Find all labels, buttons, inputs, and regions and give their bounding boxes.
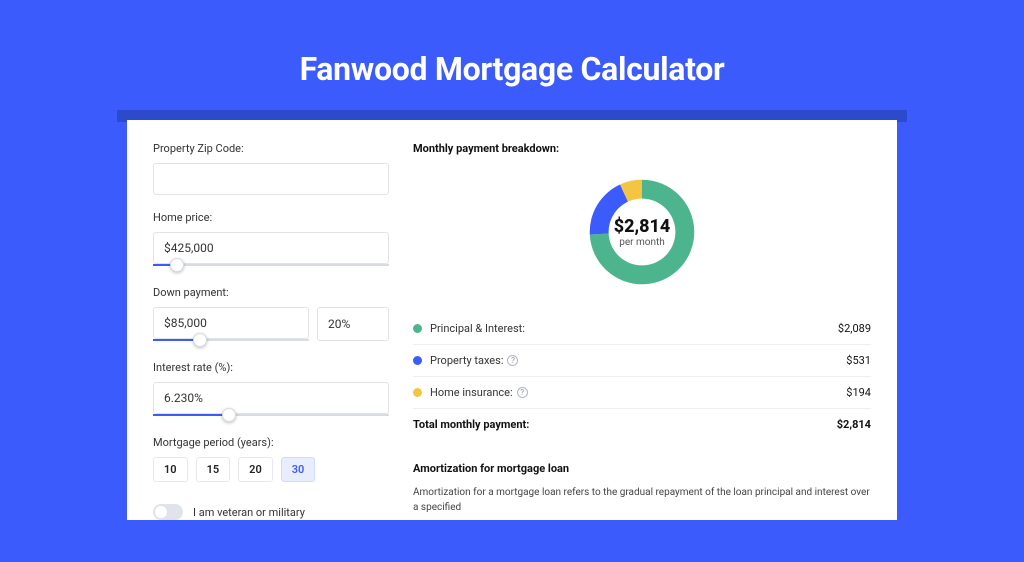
- toggle-knob: [155, 506, 167, 518]
- form-panel: Property Zip Code: Home price: Down paym…: [153, 142, 389, 520]
- breakdown-row: Home insurance:?$194: [413, 377, 871, 409]
- page-title: Fanwood Mortgage Calculator: [105, 50, 920, 88]
- zip-group: Property Zip Code:: [153, 142, 389, 195]
- down-payment-amount-input[interactable]: [153, 307, 309, 339]
- breakdown-label: Principal & Interest:: [430, 322, 838, 335]
- home-price-group: Home price:: [153, 211, 389, 266]
- amortization-text: Amortization for a mortgage loan refers …: [413, 485, 871, 515]
- legend-dot: [413, 356, 422, 365]
- period-btn-30[interactable]: 30: [281, 457, 316, 482]
- interest-label: Interest rate (%):: [153, 361, 389, 374]
- veteran-toggle-row: I am veteran or military: [153, 504, 389, 520]
- period-buttons: 10 15 20 30: [153, 457, 389, 482]
- breakdown-total-row: Total monthly payment: $2,814: [413, 409, 871, 440]
- donut-center-subtext: per month: [619, 237, 665, 248]
- breakdown-panel: Monthly payment breakdown: $2,814 per mo…: [413, 142, 871, 520]
- breakdown-value: $2,089: [838, 322, 871, 335]
- home-price-input[interactable]: [153, 232, 389, 264]
- legend-dot: [413, 388, 422, 397]
- interest-input[interactable]: [153, 382, 389, 414]
- down-payment-slider[interactable]: [153, 339, 309, 341]
- down-payment-label: Down payment:: [153, 286, 389, 299]
- donut-center-value: $2,814: [614, 216, 671, 237]
- total-value: $2,814: [837, 418, 871, 431]
- interest-group: Interest rate (%):: [153, 361, 389, 416]
- amortization-title: Amortization for mortgage loan: [413, 462, 871, 475]
- down-payment-group: Down payment:: [153, 286, 389, 341]
- total-label: Total monthly payment:: [413, 418, 837, 431]
- slider-handle[interactable]: [170, 258, 184, 272]
- info-icon[interactable]: ?: [517, 387, 528, 398]
- interest-slider[interactable]: [153, 414, 389, 416]
- period-label: Mortgage period (years):: [153, 436, 389, 449]
- breakdown-value: $531: [846, 354, 871, 367]
- zip-input[interactable]: [153, 163, 389, 195]
- breakdown-row: Principal & Interest:$2,089: [413, 313, 871, 345]
- info-icon[interactable]: ?: [507, 355, 518, 366]
- calculator-card: Property Zip Code: Home price: Down paym…: [127, 120, 897, 520]
- period-btn-20[interactable]: 20: [238, 457, 273, 482]
- veteran-toggle[interactable]: [153, 504, 183, 520]
- donut-chart: $2,814 per month: [581, 171, 703, 293]
- donut-center: $2,814 per month: [581, 171, 703, 293]
- period-btn-10[interactable]: 10: [153, 457, 188, 482]
- slider-handle[interactable]: [222, 408, 236, 422]
- breakdown-title: Monthly payment breakdown:: [413, 142, 871, 155]
- period-group: Mortgage period (years): 10 15 20 30: [153, 436, 389, 482]
- home-price-label: Home price:: [153, 211, 389, 224]
- donut-wrap: $2,814 per month: [413, 165, 871, 307]
- breakdown-label: Home insurance:?: [430, 386, 846, 399]
- veteran-label: I am veteran or military: [193, 506, 305, 519]
- legend-dot: [413, 324, 422, 333]
- slider-handle[interactable]: [193, 333, 207, 347]
- breakdown-row: Property taxes:?$531: [413, 345, 871, 377]
- breakdown-value: $194: [846, 386, 871, 399]
- breakdown-label: Property taxes:?: [430, 354, 846, 367]
- down-payment-percent-input[interactable]: [317, 307, 389, 341]
- home-price-slider[interactable]: [153, 264, 389, 266]
- breakdown-rows: Principal & Interest:$2,089Property taxe…: [413, 313, 871, 409]
- zip-label: Property Zip Code:: [153, 142, 389, 155]
- period-btn-15[interactable]: 15: [196, 457, 231, 482]
